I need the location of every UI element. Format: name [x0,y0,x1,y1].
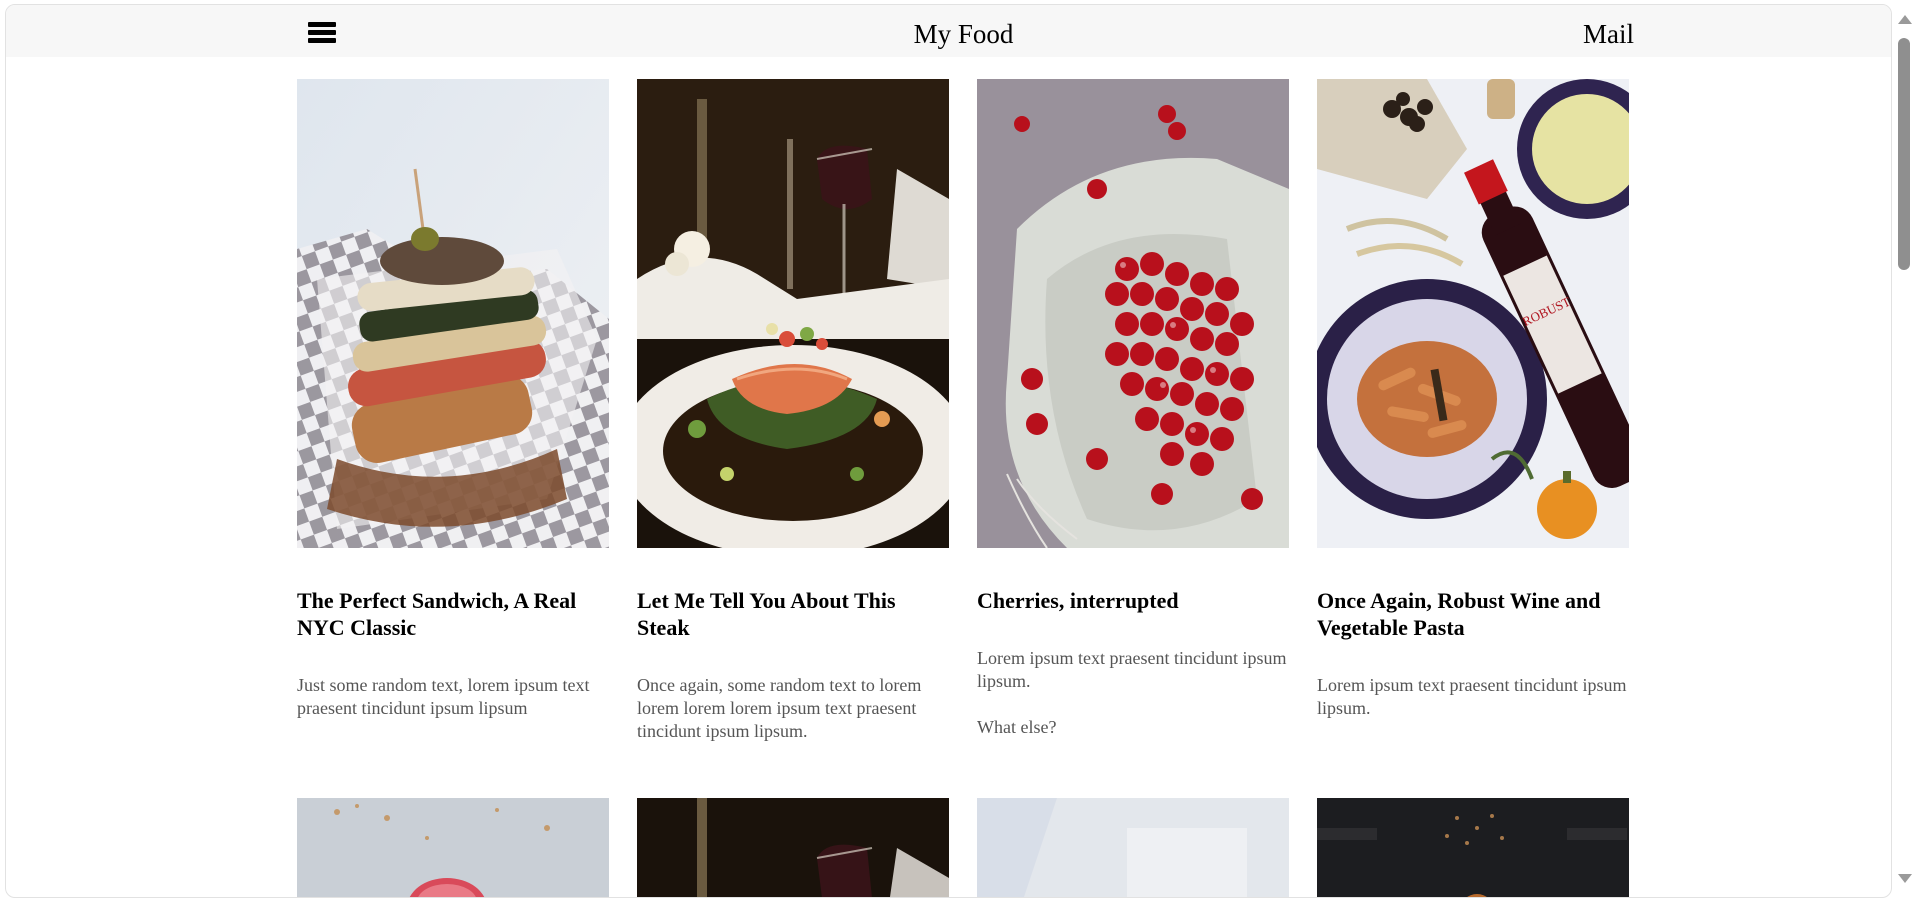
sandwich-photo[interactable] [297,79,609,548]
card-row2-2-photo[interactable] [637,798,949,897]
card-description: Lorem ipsum text praesent tincidunt ipsu… [977,648,1287,691]
card-wine-pasta[interactable]: ROBUST Once Again, Robust Wine and Veget… [1317,79,1629,720]
wine-pasta-photo[interactable]: ROBUST [1317,79,1629,548]
card-title[interactable]: Cherries, interrupted [977,587,1289,614]
card-row2-4-photo[interactable] [1317,798,1629,897]
salmon-dish-photo[interactable] [637,79,949,548]
card-description-extra: What else? [977,717,1057,737]
card-sandwich[interactable]: The Perfect Sandwich, A Real NYC Classic… [297,79,609,720]
site-title: My Food [913,19,1014,49]
cherries-photo[interactable] [977,79,1289,548]
card-row2-3-photo[interactable] [977,798,1289,897]
card-description: Lorem ipsum text praesent tincidunt ipsu… [1317,675,1627,718]
scrollbar-thumb[interactable] [1898,38,1910,270]
browser-viewport: My Food Mail The Perfect Sandwich, A Rea… [5,4,1892,898]
card-row2-1-photo[interactable] [297,798,609,897]
card-title[interactable]: Let Me Tell You About This Steak [637,587,949,641]
card-description: Once again, some random text to lorem lo… [637,675,922,741]
card-description: Just some random text, lorem ipsum text … [297,675,590,718]
card-cherries[interactable]: Cherries, interrupted Lorem ipsum text p… [977,79,1289,739]
card-steak[interactable]: Let Me Tell You About This Steak Once ag… [637,79,949,743]
scroll-down-arrow-icon[interactable] [1898,874,1912,883]
vertical-scrollbar[interactable] [1892,4,1916,896]
card-title[interactable]: The Perfect Sandwich, A Real NYC Classic [297,587,609,641]
scroll-up-arrow-icon[interactable] [1898,15,1912,24]
mail-link[interactable]: Mail [1566,19,1634,50]
hamburger-menu-icon[interactable] [308,19,338,47]
top-navigation-bar: My Food Mail [6,5,1891,57]
card-title[interactable]: Once Again, Robust Wine and Vegetable Pa… [1317,587,1629,641]
